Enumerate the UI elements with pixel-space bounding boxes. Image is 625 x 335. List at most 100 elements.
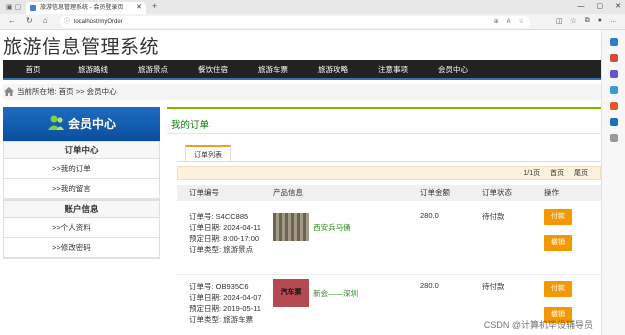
back-icon[interactable]: ← — [8, 16, 16, 25]
order-status: 待付款 — [482, 282, 505, 291]
browser-chrome: ▣ ▢ 旅游信息管理系统 - 会员登录页 ✕ + — ▢ ✕ ← ↻ ⌂ ⓘ l… — [0, 0, 625, 30]
order-date: 订单日期: 2024-04-11 — [189, 223, 261, 232]
sidebar-item-my-orders[interactable]: >>我的订单 — [4, 159, 159, 179]
col-status: 订单状态 — [482, 188, 512, 197]
col-amount: 订单金额 — [420, 188, 450, 197]
add-icon[interactable] — [609, 134, 618, 142]
watermark: CSDN @计算机毕设辅导员 — [483, 320, 593, 330]
group-title: 订单中心 — [4, 142, 159, 159]
read-aloud-icon[interactable]: A — [507, 16, 511, 28]
booking-date: 预定日期: 2019-05-11 — [189, 304, 261, 313]
office-icon[interactable] — [609, 102, 618, 110]
favorites-icon[interactable]: ☆ — [570, 17, 576, 25]
nav-routes[interactable]: 旅游路线 — [63, 60, 123, 80]
order-date: 订单日期: 2024-04-07 — [189, 293, 262, 302]
order-number: 订单号: S4CC885 — [189, 212, 249, 221]
last-page-link[interactable]: 尾页 — [574, 170, 588, 177]
sidebar-item-change-password[interactable]: >>修改密码 — [4, 238, 159, 258]
more-icon[interactable]: … — [610, 17, 617, 25]
order-number: 订单号: OB935C6 — [189, 282, 249, 291]
home-icon[interactable]: ⌂ — [43, 16, 48, 25]
web-page: 旅游信息管理系统 首页 旅游路线 旅游景点 餐饮住宿 旅游车票 旅游攻略 注意事… — [0, 30, 601, 335]
maximize-icon[interactable]: ▢ — [597, 0, 604, 14]
member-banner: 会员中心 — [3, 107, 160, 141]
users-icon — [48, 115, 64, 130]
edge-sidebar — [601, 30, 625, 335]
order-type: 订单类型: 旅游车票 — [189, 315, 254, 324]
main-nav: 首页 旅游路线 旅游景点 餐饮住宿 旅游车票 旅游攻略 注意事项 会员中心 — [3, 60, 601, 80]
order-amount: 280.0 — [420, 281, 439, 290]
address-icons: ⊕ A ☆ — [494, 16, 524, 28]
page-info: 1/1页 — [523, 170, 541, 177]
panel-title: 我的订单 — [167, 109, 601, 134]
order-status: 待付款 — [482, 212, 505, 221]
browser-navbar: ← ↻ ⌂ ⓘ localhost/myOrder ⊕ A ☆ ◫ ☆ ⧉ ● … — [0, 14, 625, 30]
nav-tickets[interactable]: 旅游车票 — [243, 60, 303, 80]
table-header: 订单编号 产品信息 订单金额 订单状态 操作 — [177, 185, 601, 201]
tab-title: 旅游信息管理系统 - 会员登录页 — [40, 5, 124, 11]
breadcrumb-text: 当前所在地: 首页 >> 会员中心 — [17, 87, 117, 96]
pager: 1/1页 首页 尾页 — [177, 166, 601, 180]
favorite-icon[interactable]: ☆ — [519, 16, 524, 28]
pay-button[interactable]: 付款 — [544, 209, 572, 225]
toolbar-icons: ◫ ☆ ⧉ ● … — [556, 17, 617, 25]
sidebar: 会员中心 订单中心 >>我的订单 >>我的留言 账户信息 >>个人资料 >>修改… — [3, 107, 160, 301]
close-window-icon[interactable]: ✕ — [615, 0, 621, 14]
order-center-group: 订单中心 >>我的订单 >>我的留言 — [3, 141, 160, 200]
product-link[interactable]: 西安兵马俑 — [313, 223, 351, 232]
product-thumbnail[interactable]: 汽车票 — [273, 279, 309, 307]
nav-home[interactable]: 首页 — [3, 60, 63, 80]
booking-date: 预定日期: 8:00-17:00 — [189, 234, 260, 243]
favicon-icon — [30, 5, 36, 11]
product-link[interactable]: 新会——深圳 — [313, 289, 358, 298]
site-info-icon[interactable]: ⓘ — [64, 16, 70, 28]
order-type: 订单类型: 旅游景点 — [189, 245, 254, 254]
cancel-button[interactable]: 撤销 — [544, 235, 572, 251]
group-title: 账户信息 — [4, 201, 159, 218]
tab-actions-icon[interactable]: ▣ ▢ — [6, 3, 21, 11]
account-group: 账户信息 >>个人资料 >>修改密码 — [3, 200, 160, 259]
order-amount: 280.0 — [420, 211, 439, 220]
minimize-icon[interactable]: — — [578, 0, 585, 14]
nav-dining-lodging[interactable]: 餐饮住宿 — [183, 60, 243, 80]
first-page-link[interactable]: 首页 — [550, 170, 564, 177]
breadcrumb: 当前所在地: 首页 >> 会员中心 — [3, 84, 601, 100]
zoom-icon[interactable]: ⊕ — [494, 16, 499, 28]
orders-panel: 我的订单 订单列表 1/1页 首页 尾页 订单编号 产品信息 订单金额 订单状态… — [167, 107, 601, 335]
col-product: 产品信息 — [273, 188, 303, 197]
reload-icon[interactable]: ↻ — [26, 16, 33, 25]
orders-table: 订单编号 产品信息 订单金额 订单状态 操作 订单号: S4CC885 订单日期… — [177, 185, 601, 335]
nav-member-center[interactable]: 会员中心 — [423, 60, 483, 80]
close-tab-icon[interactable]: ✕ — [136, 2, 142, 14]
tab-bar: ▣ ▢ 旅游信息管理系统 - 会员登录页 ✕ + — ▢ ✕ — [0, 0, 625, 14]
nav-buttons: ← ↻ ⌂ — [8, 16, 48, 25]
nav-notices[interactable]: 注意事项 — [363, 60, 423, 80]
thumbnail-text: 汽车票 — [280, 289, 302, 296]
pay-button[interactable]: 付款 — [544, 281, 572, 297]
address-bar[interactable]: ⓘ localhost/myOrder ⊕ A ☆ — [60, 16, 530, 28]
tools-icon[interactable] — [609, 86, 618, 94]
nav-attractions[interactable]: 旅游景点 — [123, 60, 183, 80]
sidebar-item-profile[interactable]: >>个人资料 — [4, 218, 159, 238]
new-tab-icon[interactable]: + — [152, 1, 157, 11]
address-text: localhost/myOrder — [74, 19, 123, 25]
search-icon[interactable] — [609, 38, 618, 46]
window-controls: — ▢ ✕ — [578, 0, 622, 14]
copilot-icon[interactable] — [609, 54, 618, 62]
home-icon — [4, 87, 14, 96]
col-actions: 操作 — [544, 188, 559, 197]
split-screen-icon[interactable]: ◫ — [556, 17, 563, 25]
col-order-no: 订单编号 — [189, 188, 219, 197]
browser-tab[interactable]: 旅游信息管理系统 - 会员登录页 ✕ — [26, 2, 146, 14]
outlook-icon[interactable] — [609, 118, 618, 126]
collections-icon[interactable]: ⧉ — [585, 17, 590, 25]
table-row: 订单号: S4CC885 订单日期: 2024-04-11 预定日期: 8:00… — [177, 201, 601, 275]
profile-icon[interactable]: ● — [598, 17, 602, 25]
sidebar-item-my-messages[interactable]: >>我的留言 — [4, 179, 159, 199]
shopping-icon[interactable] — [609, 70, 618, 78]
product-thumbnail[interactable] — [273, 213, 309, 241]
nav-guides[interactable]: 旅游攻略 — [303, 60, 363, 80]
tab-divider — [177, 161, 601, 162]
tab-order-list[interactable]: 订单列表 — [185, 145, 231, 162]
site-title: 旅游信息管理系统 — [3, 37, 160, 58]
